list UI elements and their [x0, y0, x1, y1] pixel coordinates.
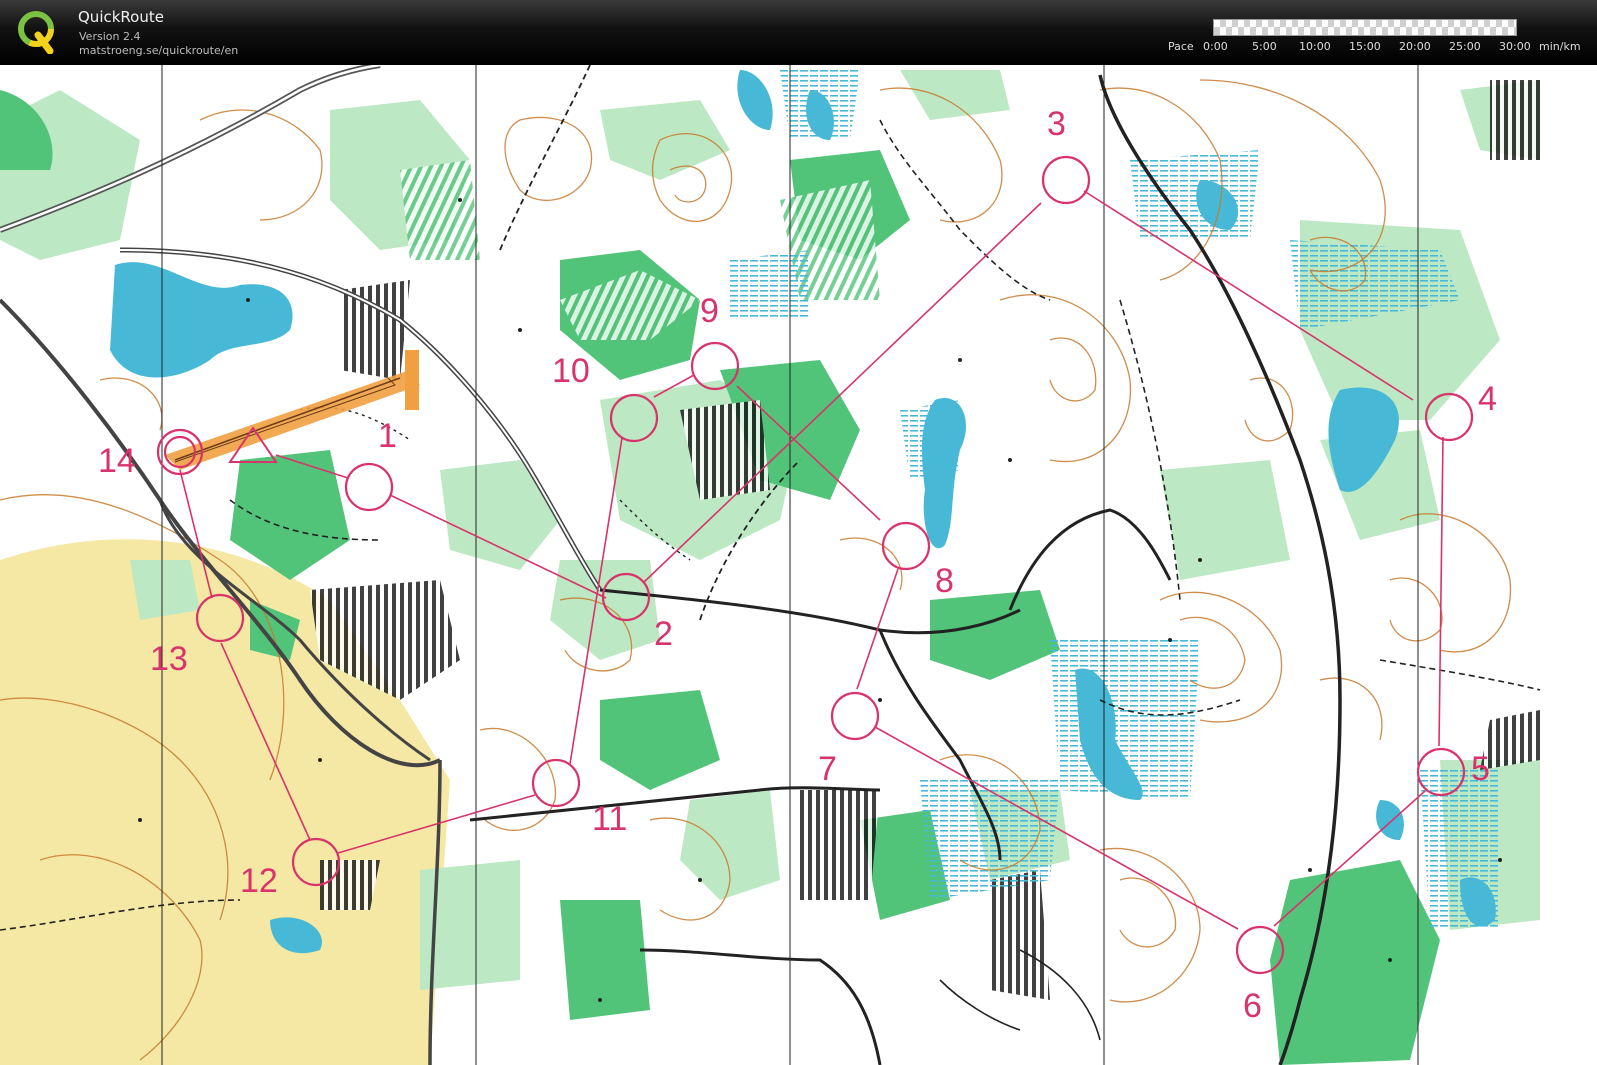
app-title: QuickRoute — [78, 8, 164, 26]
control-number: 5 — [1471, 750, 1490, 788]
control-number: 10 — [552, 352, 590, 390]
control-number: 12 — [240, 862, 278, 900]
control-number: 6 — [1243, 987, 1262, 1025]
control-number: 7 — [818, 750, 837, 788]
control-number: 14 — [98, 442, 136, 480]
control-number: 8 — [935, 562, 954, 600]
pace-tick: 10:00 — [1299, 40, 1331, 53]
control-number: 11 — [592, 800, 627, 838]
control-number: 1 — [378, 417, 397, 455]
control-number: 4 — [1478, 380, 1497, 418]
app-version: Version 2.4 — [79, 30, 141, 43]
orienteering-map[interactable]: 1 2 3 4 5 6 7 8 9 10 11 12 13 14 — [0, 65, 1597, 1065]
app-header: QuickRoute Version 2.4 matstroeng.se/qui… — [0, 0, 1597, 65]
map-canvas[interactable]: 1 2 3 4 5 6 7 8 9 10 11 12 13 14 — [0, 65, 1597, 1065]
terrain-layer — [0, 70, 1540, 1065]
control-number: 9 — [700, 292, 719, 330]
quickroute-logo-icon — [18, 11, 54, 54]
pace-tick: 15:00 — [1349, 40, 1381, 53]
pace-tick: 0:00 — [1203, 40, 1228, 53]
pace-tick: 20:00 — [1399, 40, 1431, 53]
control-number: 3 — [1047, 105, 1066, 143]
pace-color-scale — [1213, 19, 1517, 36]
app-url[interactable]: matstroeng.se/quickroute/en — [79, 44, 238, 57]
control-number: 2 — [654, 615, 673, 653]
pace-scale-label: Pace — [1168, 40, 1194, 53]
pace-tick: 25:00 — [1449, 40, 1481, 53]
pace-tick: 30:00 — [1499, 40, 1531, 53]
pace-unit: min/km — [1539, 40, 1581, 53]
pace-tick: 5:00 — [1252, 40, 1277, 53]
control-number: 13 — [150, 640, 188, 678]
